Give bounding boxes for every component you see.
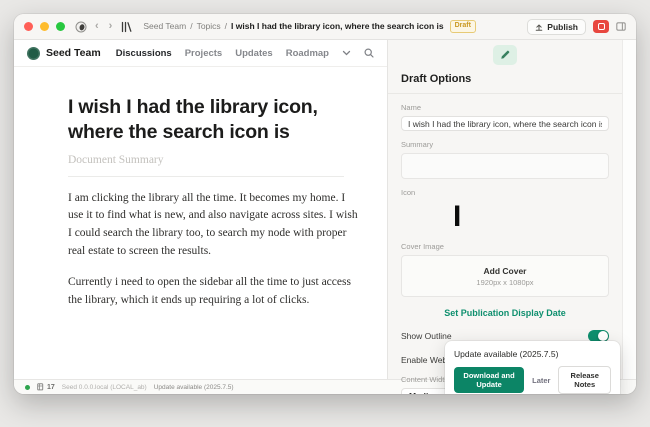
set-publication-date-link[interactable]: Set Publication Display Date	[401, 308, 609, 318]
app-version-text: Seed 0.0.0.local (LOCAL_ab)	[62, 384, 147, 391]
titlebar-actions: Publish	[527, 19, 626, 35]
site-header: Seed Team Discussions Projects Updates R…	[14, 40, 387, 67]
tab-roadmap[interactable]: Roadmap	[286, 48, 329, 59]
scrollbar-gutter[interactable]	[622, 40, 636, 379]
titlebar: ‹ › Seed Team / Topics / I wish I had th…	[14, 14, 636, 40]
show-outline-label: Show Outline	[401, 331, 452, 341]
breadcrumb-separator: /	[225, 21, 227, 31]
document-editor[interactable]: I wish I had the library icon, where the…	[14, 67, 387, 310]
breadcrumb-separator: /	[190, 21, 192, 31]
team-switcher[interactable]: Seed Team	[27, 47, 101, 60]
breadcrumb-page[interactable]: I wish I had the library icon, where the…	[231, 21, 444, 31]
chevron-down-icon	[342, 50, 351, 56]
publish-button-label: Publish	[547, 22, 578, 32]
sidebar-toggle-icon	[616, 22, 626, 31]
seed-menu-icon[interactable]	[75, 21, 87, 33]
team-name: Seed Team	[46, 47, 101, 59]
add-cover-dropzone[interactable]: Add Cover 1920px x 1080px	[401, 255, 609, 297]
tab-discussions[interactable]: Discussions	[116, 48, 172, 59]
more-tabs-button[interactable]	[342, 50, 351, 56]
pencil-icon	[500, 50, 510, 60]
edit-button[interactable]	[493, 45, 517, 65]
draft-status-badge: Draft	[450, 20, 476, 32]
zoom-window-button[interactable]	[56, 22, 65, 31]
update-notification: Update available (2025.7.5) Download and…	[445, 341, 620, 394]
main-panel: Seed Team Discussions Projects Updates R…	[14, 40, 387, 379]
document-paragraph[interactable]: I am clicking the library all the time. …	[68, 190, 359, 262]
update-message: Update available (2025.7.5)	[454, 349, 611, 359]
traffic-lights	[24, 22, 65, 31]
panel-title-wrap: Draft Options	[388, 73, 622, 94]
tab-projects[interactable]: Projects	[185, 48, 223, 59]
content-width-value: Medium	[409, 391, 441, 394]
breadcrumb: Seed Team / Topics / I wish I had the li…	[143, 20, 476, 32]
publish-icon	[535, 23, 543, 31]
document-paragraph[interactable]: Currently i need to open the sidebar all…	[68, 274, 359, 310]
update-actions: Download and Update Later Release Notes	[454, 366, 611, 394]
content-area: Seed Team Discussions Projects Updates R…	[14, 40, 636, 379]
minimize-window-button[interactable]	[40, 22, 49, 31]
app-window: ‹ › Seed Team / Topics / I wish I had th…	[14, 14, 636, 394]
release-notes-button[interactable]: Release Notes	[558, 366, 611, 394]
summary-divider	[68, 176, 344, 177]
draft-options-panel: Draft Options Name Summary Icon I Cover …	[387, 40, 622, 379]
tab-updates[interactable]: Updates	[235, 48, 272, 59]
search-button[interactable]	[364, 48, 374, 58]
breadcrumb-section[interactable]: Topics	[197, 21, 221, 31]
document-summary-placeholder[interactable]: Document Summary	[68, 154, 359, 166]
later-button[interactable]: Later	[532, 376, 550, 385]
pages-icon	[37, 383, 45, 391]
document-count[interactable]: 17	[37, 383, 55, 391]
download-update-button[interactable]: Download and Update	[454, 367, 524, 393]
search-icon	[364, 48, 374, 58]
icon-field-label: Icon	[401, 188, 609, 197]
team-avatar	[27, 47, 40, 60]
back-button[interactable]: ‹	[93, 21, 101, 32]
name-field-label: Name	[401, 103, 609, 112]
library-icon[interactable]	[120, 21, 133, 33]
panel-title: Draft Options	[401, 73, 609, 85]
summary-input[interactable]	[401, 153, 609, 179]
add-cover-label: Add Cover	[484, 266, 527, 276]
statusbar-update-text[interactable]: Update available (2025.7.5)	[154, 384, 234, 391]
sidebar-toggle-button[interactable]	[616, 22, 626, 31]
breadcrumb-team[interactable]: Seed Team	[143, 21, 186, 31]
online-status-icon	[25, 385, 30, 390]
toggle-knob	[598, 331, 608, 341]
document-title[interactable]: I wish I had the library icon, where the…	[68, 95, 359, 145]
document-icon-preview[interactable]: I	[453, 201, 609, 233]
cover-size-hint: 1920px x 1080px	[476, 278, 533, 287]
summary-field-label: Summary	[401, 140, 609, 149]
cover-image-label: Cover Image	[401, 242, 609, 251]
record-icon	[598, 23, 605, 30]
record-button[interactable]	[593, 20, 609, 33]
name-input[interactable]	[401, 116, 609, 131]
close-window-button[interactable]	[24, 22, 33, 31]
forward-button[interactable]: ›	[107, 21, 115, 32]
publish-button[interactable]: Publish	[527, 19, 586, 35]
document-count-value: 17	[47, 384, 55, 391]
